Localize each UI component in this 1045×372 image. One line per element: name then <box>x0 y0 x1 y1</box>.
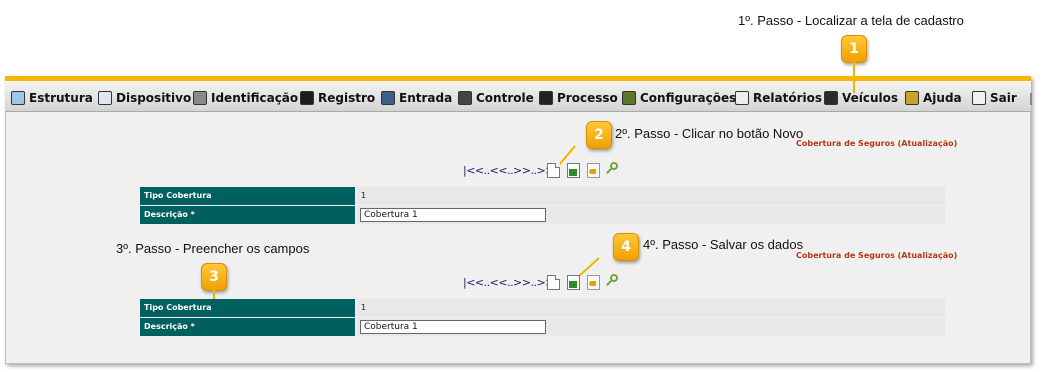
field-label: Tipo Cobertura <box>140 299 355 317</box>
menu-veiculos[interactable]: Veículos <box>824 90 898 106</box>
menu-label: Processo <box>557 91 618 105</box>
vehicle-icon <box>824 91 838 105</box>
new-document-icon[interactable] <box>547 163 560 178</box>
reports-icon <box>735 91 749 105</box>
menu-label: Sair <box>990 91 1017 105</box>
field-label: Descrição * <box>140 318 355 336</box>
menu-registro[interactable]: Registro <box>300 90 375 106</box>
record-navigator[interactable]: |<<..<<..>>..>>| <box>463 276 558 289</box>
step4-badge: 4 <box>613 233 639 261</box>
menu-bar: Estrutura Dispositivo Identificação Regi… <box>5 81 1031 112</box>
descricao-input[interactable] <box>360 208 546 222</box>
search-icon[interactable] <box>606 162 619 177</box>
identification-icon <box>193 91 207 105</box>
menu-estrutura[interactable]: Estrutura <box>11 90 93 106</box>
record-navigator[interactable]: |<<..<<..>>..>>| <box>463 164 558 177</box>
control-icon <box>458 91 472 105</box>
search-icon[interactable] <box>606 274 619 289</box>
field-value-cell: 1 <box>357 187 945 205</box>
field-row-descricao: Descrição * <box>140 318 945 336</box>
structure-icon <box>11 91 25 105</box>
menu-label: Controle <box>476 91 534 105</box>
menu-ajuda[interactable]: Ajuda <box>905 90 962 106</box>
step1-badge: 1 <box>841 35 867 63</box>
menu-configuracoes[interactable]: Configurações <box>622 90 736 106</box>
field-row-descricao: Descrição * <box>140 206 945 224</box>
menu-processo[interactable]: Processo <box>539 90 618 106</box>
field-value: 1 <box>361 191 367 200</box>
menu-label: Relatórios <box>753 91 822 105</box>
step3-text: 3º. Passo - Preencher os campos <box>116 241 310 256</box>
menu-relatorios[interactable]: Relatórios <box>735 90 822 106</box>
field-value-cell: 1 <box>357 299 945 317</box>
step2-badge: 2 <box>586 121 612 149</box>
field-row-tipo: Tipo Cobertura 1 <box>140 187 945 205</box>
menu-label: Veículos <box>842 91 899 105</box>
menu-entrada[interactable]: Entrada <box>381 90 452 106</box>
exit-icon <box>972 91 986 105</box>
save-icon[interactable] <box>567 275 580 290</box>
field-row-tipo: Tipo Cobertura 1 <box>140 299 945 317</box>
new-document-icon[interactable] <box>547 275 560 290</box>
menu-dispositivo[interactable]: Dispositivo <box>98 90 191 106</box>
undo-icon[interactable] <box>587 163 600 178</box>
menu-controle[interactable]: Controle <box>458 90 534 106</box>
entry-icon <box>381 91 395 105</box>
form-title: Cobertura de Seguros (Atualização) <box>796 139 958 148</box>
save-icon[interactable] <box>567 163 580 178</box>
menu-identificacao[interactable]: Identificação <box>193 90 298 106</box>
menu-label: Estrutura <box>29 91 93 105</box>
field-label: Descrição * <box>140 206 355 224</box>
menu-divider <box>1030 93 1032 105</box>
menu-label: Dispositivo <box>116 91 192 105</box>
form-title: Cobertura de Seguros (Atualização) <box>796 251 958 260</box>
field-label: Tipo Cobertura <box>140 187 355 205</box>
menu-label: Entrada <box>399 91 453 105</box>
step1-text: 1º. Passo - Localizar a tela de cadastro <box>738 13 964 28</box>
descricao-input[interactable] <box>360 320 546 334</box>
undo-icon[interactable] <box>587 275 600 290</box>
menu-label: Ajuda <box>923 91 962 105</box>
device-icon <box>98 91 112 105</box>
help-icon <box>905 91 919 105</box>
menu-label: Configurações <box>640 91 737 105</box>
step2-text: 2º. Passo - Clicar no botão Novo <box>615 126 804 141</box>
register-icon <box>300 91 314 105</box>
field-value: 1 <box>361 303 367 312</box>
process-icon <box>539 91 553 105</box>
settings-icon <box>622 91 636 105</box>
menu-label: Registro <box>318 91 376 105</box>
menu-sair[interactable]: Sair <box>972 90 1017 106</box>
step3-badge: 3 <box>201 263 227 291</box>
step1-leader <box>853 61 855 93</box>
menu-label: Identificação <box>211 91 299 105</box>
step4-text: 4º. Passo - Salvar os dados <box>643 237 804 252</box>
